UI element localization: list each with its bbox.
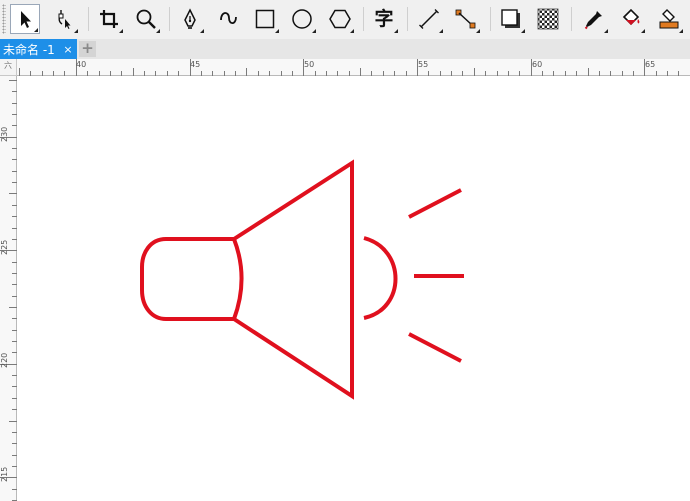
drop-shadow-tool-button[interactable] bbox=[496, 4, 526, 34]
smart-fill-icon bbox=[659, 9, 679, 29]
ruler-origin-corner[interactable]: 六 bbox=[0, 59, 17, 76]
ruler-tick-label: 220 bbox=[0, 352, 9, 368]
sound-line-top bbox=[408, 188, 462, 219]
interactive-fill-tool-button[interactable] bbox=[616, 4, 646, 34]
main-toolbar: 字 bbox=[0, 0, 690, 39]
text-glyph-icon: 字 bbox=[374, 7, 394, 30]
toolbar-grip[interactable] bbox=[2, 4, 6, 34]
document-tab-bar: 未命名 -1 × + bbox=[0, 39, 690, 59]
toolbar-separator bbox=[490, 7, 491, 31]
rectangle-icon bbox=[255, 9, 275, 29]
ruler-tick-label: 40 bbox=[76, 60, 87, 69]
rectangle-tool-button[interactable] bbox=[250, 4, 280, 34]
polygon-tool-button[interactable] bbox=[325, 4, 355, 34]
toolbar-separator bbox=[169, 7, 170, 31]
horizontal-ruler[interactable]: 40 45 50 55 60 65 bbox=[17, 59, 690, 76]
node-edit-icon bbox=[58, 10, 71, 29]
speaker-drawing[interactable] bbox=[18, 77, 690, 501]
text-tool-button[interactable]: 字 bbox=[369, 4, 399, 34]
drop-shadow-icon bbox=[501, 9, 520, 28]
ruler-tick-label: 225 bbox=[0, 239, 9, 255]
pick-tool-button[interactable] bbox=[10, 4, 40, 34]
connector-tool-button[interactable] bbox=[451, 4, 481, 34]
toolbar-separator bbox=[363, 7, 364, 31]
close-icon[interactable]: × bbox=[62, 43, 74, 56]
eyedropper-tool-button[interactable] bbox=[579, 4, 609, 34]
toolbar-separator bbox=[571, 7, 572, 31]
hexagon-icon bbox=[329, 9, 351, 29]
shape-tool-button[interactable] bbox=[49, 4, 79, 34]
arrow-pointer-icon bbox=[21, 11, 31, 28]
zoom-tool-button[interactable] bbox=[131, 4, 161, 34]
ruler-tick-label: 50 bbox=[304, 60, 315, 69]
ruler-tick-label: 65 bbox=[645, 60, 656, 69]
ruler-tick-label: 60 bbox=[532, 60, 543, 69]
dimension-line-icon bbox=[419, 9, 439, 29]
sound-line-bottom bbox=[408, 332, 462, 363]
paint-bucket-icon bbox=[622, 8, 640, 26]
toolbar-separator bbox=[407, 7, 408, 31]
ruler-tick-label: 230 bbox=[0, 126, 9, 142]
drawing-canvas[interactable] bbox=[18, 77, 690, 501]
connector-icon bbox=[455, 9, 476, 29]
ruler-tick-label: 45 bbox=[190, 60, 201, 69]
crop-tool-button[interactable] bbox=[94, 4, 124, 34]
new-tab-button[interactable]: + bbox=[79, 41, 96, 57]
smart-fill-tool-button[interactable] bbox=[654, 4, 684, 34]
vertical-ruler[interactable]: 230 225 220 215 bbox=[0, 76, 17, 501]
pen-nib-icon bbox=[184, 8, 196, 29]
ruler-tick-label: 55 bbox=[418, 60, 429, 69]
curve-tool-button[interactable] bbox=[213, 4, 243, 34]
magnifier-icon bbox=[136, 9, 156, 29]
dimension-tool-button[interactable] bbox=[414, 4, 444, 34]
speaker-cone bbox=[232, 159, 354, 400]
ruler-tick-label: 215 bbox=[0, 466, 9, 482]
pen-tool-button[interactable] bbox=[175, 4, 205, 34]
speaker-body bbox=[140, 237, 244, 321]
document-tab[interactable]: 未命名 -1 × bbox=[0, 39, 77, 59]
crop-icon bbox=[100, 10, 118, 28]
eyedropper-icon bbox=[584, 11, 602, 30]
toolbar-separator bbox=[88, 7, 89, 31]
document-tab-title: 未命名 -1 bbox=[3, 42, 55, 57]
ellipse-tool-button[interactable] bbox=[287, 4, 317, 34]
checkerboard-icon bbox=[537, 8, 559, 30]
artistic-curve-icon bbox=[220, 12, 237, 25]
horizontal-ruler-ticks bbox=[19, 59, 679, 76]
sound-wave-arc bbox=[363, 236, 398, 320]
transparency-tool-button[interactable] bbox=[533, 4, 563, 34]
ellipse-icon bbox=[292, 9, 312, 29]
